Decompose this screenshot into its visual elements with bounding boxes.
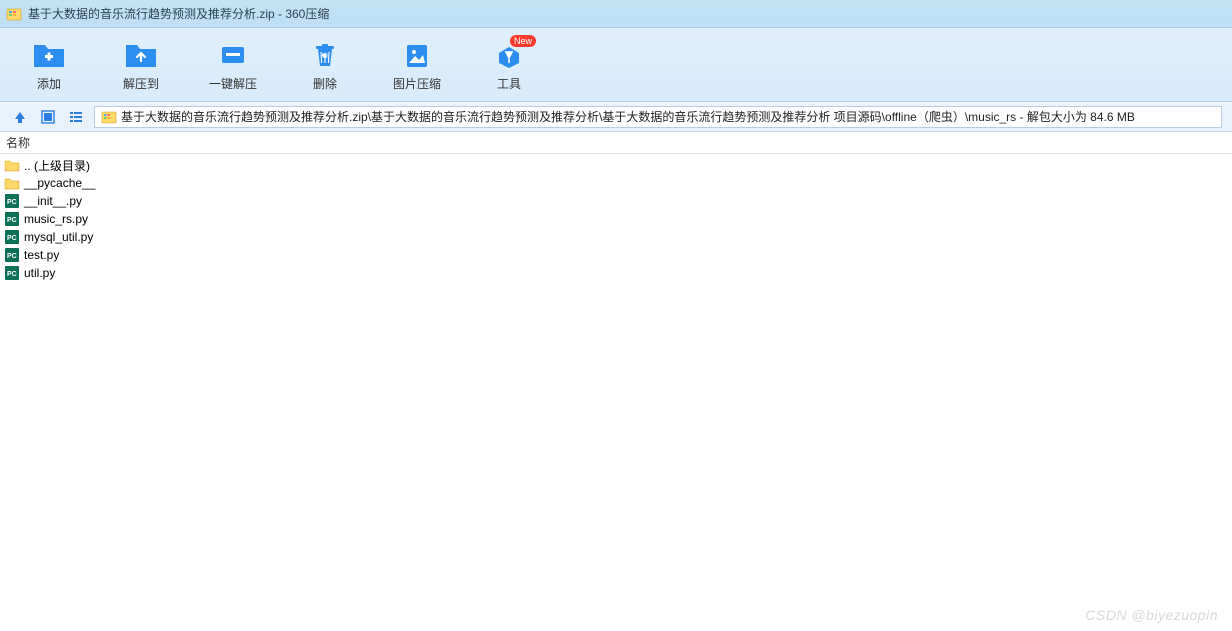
new-badge: New (510, 35, 536, 47)
path-text: 基于大数据的音乐流行趋势预测及推荐分析.zip\基于大数据的音乐流行趋势预测及推… (121, 108, 1135, 125)
delete-label: 删除 (313, 75, 337, 92)
app-icon (6, 6, 22, 22)
view-large-icons-button[interactable] (38, 107, 58, 127)
folder-icon (4, 175, 20, 191)
svg-text:PC: PC (7, 217, 17, 224)
view-list-button[interactable] (66, 107, 86, 127)
svg-text:PC: PC (7, 199, 17, 206)
image-compress-icon (400, 41, 434, 69)
svg-text:PC: PC (7, 253, 17, 260)
file-name: mysql_util.py (24, 230, 93, 244)
extract-to-button[interactable]: 解压到 (112, 41, 170, 92)
svg-text:PC: PC (7, 235, 17, 242)
extract-to-icon (124, 41, 158, 69)
file-list: .. (上级目录) __pycache__ PC __init__.py PC music… (0, 154, 1232, 631)
image-compress-button[interactable]: 图片压缩 (388, 41, 446, 92)
archive-icon (101, 109, 117, 125)
file-name: __pycache__ (24, 176, 95, 190)
svg-text:PC: PC (7, 271, 17, 278)
file-name: util.py (24, 266, 55, 280)
one-click-extract-icon (216, 41, 250, 69)
file-name: .. (上级目录) (24, 157, 90, 174)
titlebar: 基于大数据的音乐流行趋势预测及推荐分析.zip - 360压缩 (0, 0, 1232, 28)
python-file-icon: PC (4, 229, 20, 245)
file-name: music_rs.py (24, 212, 88, 226)
folder-up-icon (4, 157, 20, 173)
image-compress-label: 图片压缩 (393, 75, 441, 92)
python-file-icon: PC (4, 247, 20, 263)
pathbar: 基于大数据的音乐流行趋势预测及推荐分析.zip\基于大数据的音乐流行趋势预测及推… (0, 102, 1232, 132)
add-button[interactable]: 添加 (20, 41, 78, 92)
file-row[interactable]: PC __init__.py (0, 192, 1232, 210)
file-row[interactable]: PC util.py (0, 264, 1232, 282)
column-name: 名称 (6, 134, 30, 151)
file-name: __init__.py (24, 194, 82, 208)
file-name: test.py (24, 248, 59, 262)
window-title: 基于大数据的音乐流行趋势预测及推荐分析.zip - 360压缩 (28, 5, 329, 22)
extract-to-label: 解压到 (123, 75, 159, 92)
path-field[interactable]: 基于大数据的音乐流行趋势预测及推荐分析.zip\基于大数据的音乐流行趋势预测及推… (94, 106, 1222, 128)
file-row[interactable]: __pycache__ (0, 174, 1232, 192)
file-row[interactable]: PC test.py (0, 246, 1232, 264)
delete-icon (308, 41, 342, 69)
column-header[interactable]: 名称 (0, 132, 1232, 154)
tools-label: 工具 (497, 75, 521, 92)
delete-button[interactable]: 删除 (296, 41, 354, 92)
file-row[interactable]: .. (上级目录) (0, 156, 1232, 174)
file-row[interactable]: PC music_rs.py (0, 210, 1232, 228)
python-file-icon: PC (4, 193, 20, 209)
one-click-extract-button[interactable]: 一键解压 (204, 41, 262, 92)
tools-button[interactable]: New 工具 (480, 41, 538, 92)
add-icon (32, 41, 66, 69)
one-click-extract-label: 一键解压 (209, 75, 257, 92)
python-file-icon: PC (4, 265, 20, 281)
add-label: 添加 (37, 75, 61, 92)
file-row[interactable]: PC mysql_util.py (0, 228, 1232, 246)
up-button[interactable] (10, 107, 30, 127)
main-toolbar: 添加 解压到 一键解压 (0, 28, 1232, 102)
python-file-icon: PC (4, 211, 20, 227)
